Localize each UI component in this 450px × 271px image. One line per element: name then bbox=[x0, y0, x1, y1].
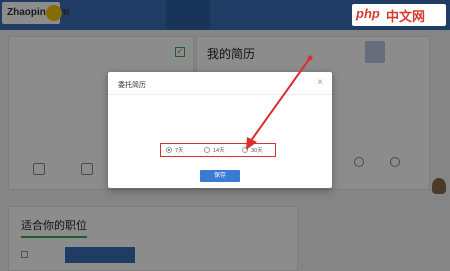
duration-option-14-label: 14天 bbox=[213, 148, 225, 154]
duration-option-14[interactable]: 14天 bbox=[199, 146, 237, 154]
assistant-avatar-icon[interactable] bbox=[432, 178, 446, 194]
radio-icon bbox=[242, 147, 248, 153]
radio-icon bbox=[166, 147, 172, 153]
duration-option-30-label: 30天 bbox=[251, 148, 263, 154]
duration-options: 7天 14天 30天 bbox=[160, 143, 276, 157]
entrust-resume-dialog: 委托简历 × 7天 14天 30天 保存 bbox=[108, 72, 332, 188]
save-button[interactable]: 保存 bbox=[200, 170, 240, 182]
site-watermark: php 中文网 bbox=[352, 4, 446, 26]
dialog-title: 委托简历 bbox=[118, 82, 146, 89]
dialog-divider bbox=[108, 94, 332, 95]
duration-option-7-label: 7天 bbox=[175, 148, 184, 154]
watermark-logo: php bbox=[356, 6, 380, 21]
duration-option-30[interactable]: 30天 bbox=[237, 146, 275, 154]
watermark-text: 中文网 bbox=[386, 9, 426, 24]
close-icon[interactable]: × bbox=[314, 77, 326, 89]
radio-icon bbox=[204, 147, 210, 153]
duration-option-7[interactable]: 7天 bbox=[161, 146, 199, 154]
